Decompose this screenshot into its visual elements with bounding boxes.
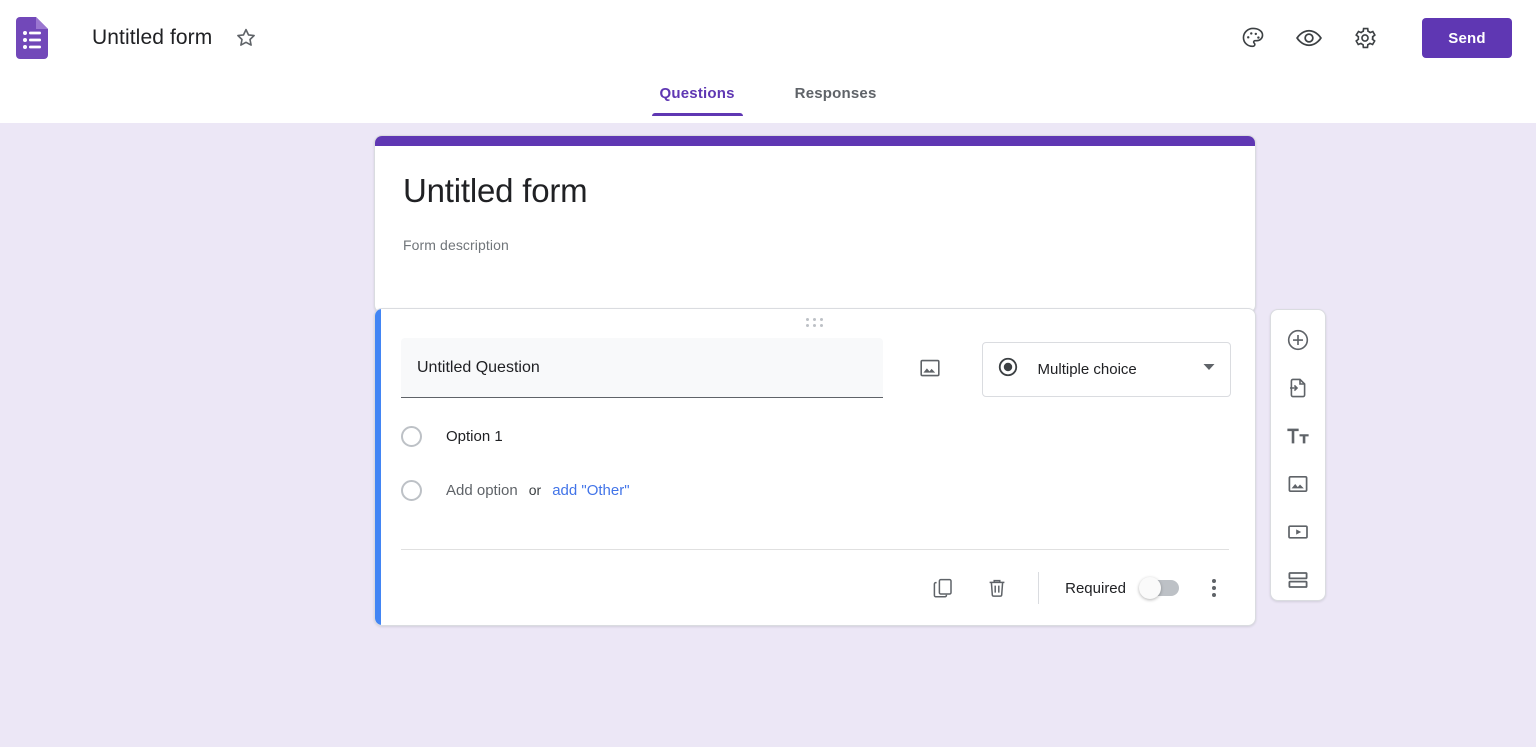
- eye-icon[interactable]: [1294, 23, 1324, 53]
- add-image-icon[interactable]: [1282, 468, 1314, 500]
- tab-responses[interactable]: Responses: [775, 76, 897, 116]
- toggle-knob: [1139, 577, 1161, 599]
- more-vertical-icon[interactable]: [1201, 573, 1227, 603]
- add-section-icon[interactable]: [1282, 564, 1314, 596]
- required-toggle[interactable]: [1139, 577, 1179, 599]
- add-option-row: Add option or add "Other": [401, 470, 1231, 510]
- image-icon[interactable]: [916, 354, 943, 382]
- tab-bar: Questions Responses: [0, 76, 1536, 123]
- drag-handle-icon[interactable]: [375, 318, 1255, 327]
- import-questions-icon[interactable]: [1282, 372, 1314, 404]
- add-option-or-label: or: [528, 482, 542, 498]
- question-footer: Required: [375, 550, 1255, 625]
- form-header-body: Untitled form Form description: [375, 146, 1255, 253]
- send-button[interactable]: Send: [1422, 18, 1512, 58]
- trash-icon[interactable]: [982, 573, 1012, 603]
- form-canvas: Untitled form Form description Untitled …: [0, 123, 1536, 747]
- footer-divider: [1038, 572, 1040, 604]
- add-title-icon[interactable]: [1282, 420, 1314, 452]
- question-type-label: Multiple choice: [1037, 361, 1137, 378]
- question-type-dropdown[interactable]: Multiple choice: [981, 342, 1231, 397]
- question-title-input[interactable]: Untitled Question: [401, 338, 884, 398]
- radio-outline-icon: [401, 479, 422, 501]
- option-row[interactable]: Option 1: [401, 416, 1231, 456]
- question-card[interactable]: Untitled Question Multiple choice Option…: [374, 308, 1256, 626]
- top-actions: Send: [1238, 18, 1536, 58]
- add-video-icon[interactable]: [1282, 516, 1314, 548]
- duplicate-icon[interactable]: [928, 573, 958, 603]
- top-bar: Untitled form Send: [0, 0, 1536, 76]
- side-toolbar: [1270, 309, 1326, 601]
- form-header-card[interactable]: Untitled form Form description: [374, 135, 1256, 313]
- chevron-down-icon: [1202, 360, 1216, 379]
- form-description-field[interactable]: Form description: [403, 237, 1227, 253]
- google-forms-logo-icon[interactable]: [16, 16, 50, 60]
- form-title-input[interactable]: Untitled form: [92, 26, 212, 50]
- add-other-button[interactable]: add "Other": [552, 482, 629, 499]
- star-outline-icon[interactable]: [232, 24, 260, 52]
- gear-icon[interactable]: [1350, 23, 1380, 53]
- form-title-field[interactable]: Untitled form: [403, 170, 1227, 212]
- radio-filled-icon: [997, 356, 1019, 383]
- add-question-icon[interactable]: [1282, 324, 1314, 356]
- add-option-button[interactable]: Add option: [446, 482, 518, 499]
- palette-icon[interactable]: [1238, 23, 1268, 53]
- tab-questions[interactable]: Questions: [640, 76, 755, 116]
- question-options: Option 1 Add option or add "Other": [375, 398, 1255, 510]
- required-label: Required: [1065, 579, 1126, 597]
- option-label[interactable]: Option 1: [446, 428, 503, 445]
- radio-outline-icon: [401, 425, 422, 447]
- form-theme-band: [375, 136, 1255, 146]
- title-block: Untitled form: [92, 24, 260, 52]
